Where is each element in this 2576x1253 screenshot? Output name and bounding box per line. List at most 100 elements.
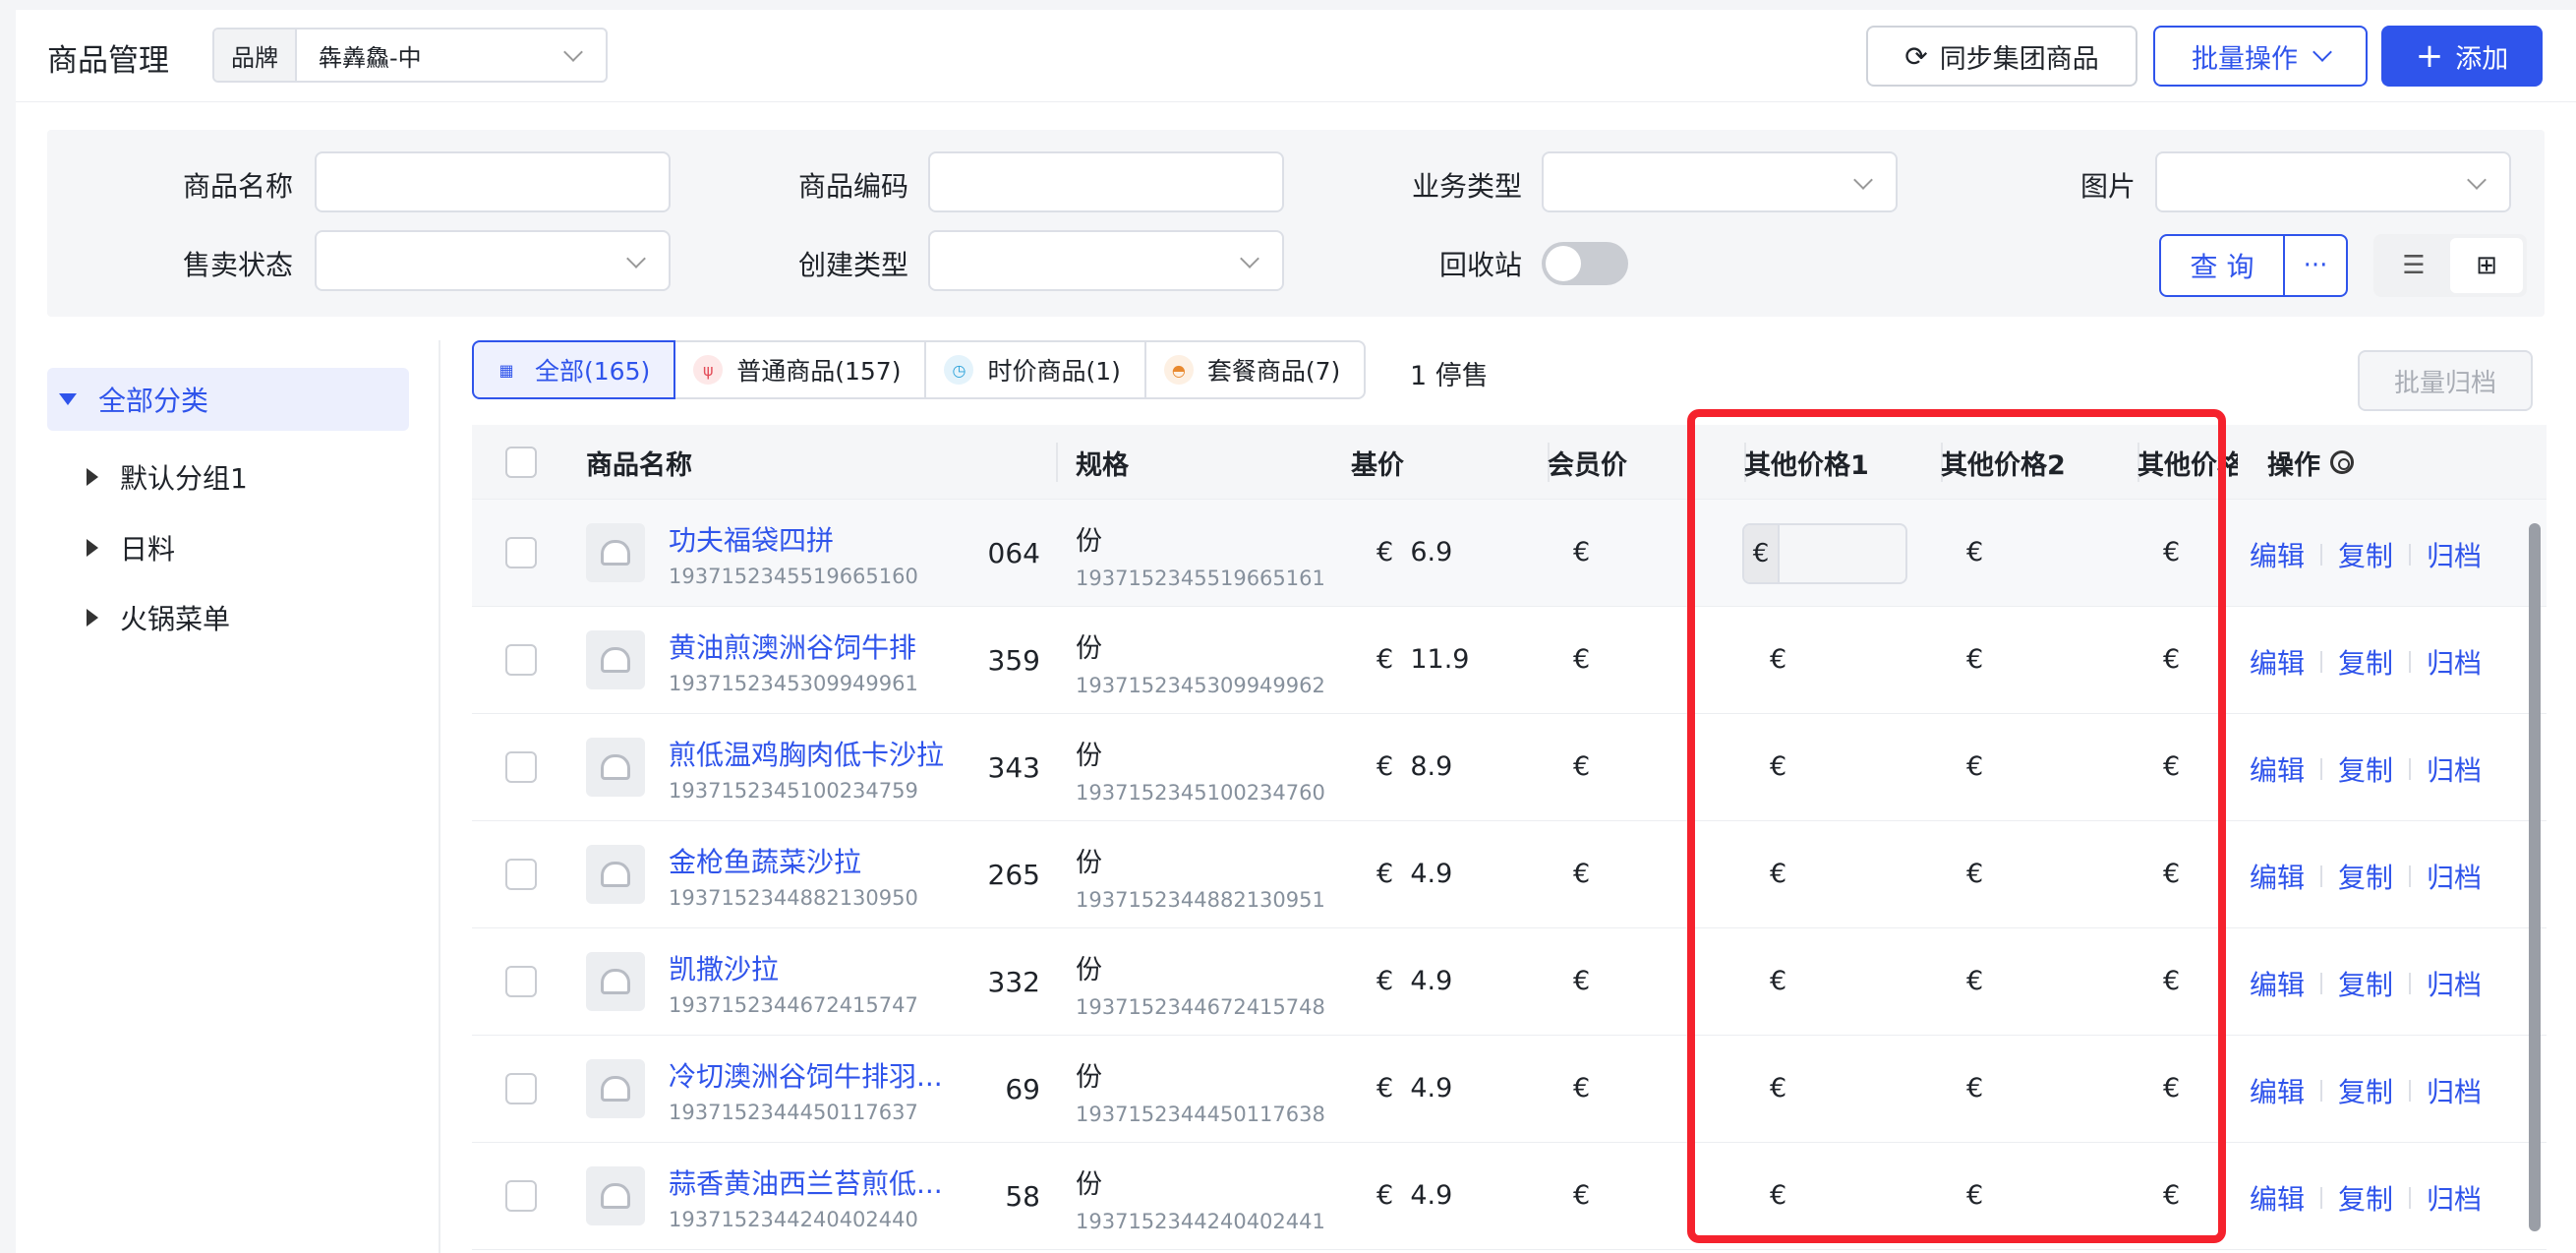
biz-type-select[interactable] <box>1542 151 1898 212</box>
sale-status-select[interactable] <box>315 230 671 291</box>
archive-link[interactable]: 归档 <box>2427 964 2482 1003</box>
recycle-bin-toggle[interactable] <box>1542 242 1628 285</box>
row-checkbox[interactable] <box>505 966 537 997</box>
batch-archive-button[interactable]: 批量归档 <box>2358 350 2533 411</box>
category-item[interactable]: 火锅菜单 <box>87 593 230 642</box>
other-price-3[interactable]: € <box>2163 859 2180 889</box>
tab-time-price[interactable]: ◷ 时价商品(1) <box>924 340 1146 399</box>
other-price-3[interactable]: € <box>2163 537 2180 567</box>
archive-link[interactable]: 归档 <box>2427 857 2482 896</box>
category-item[interactable]: 日料 <box>87 523 175 572</box>
other-price-1[interactable]: € <box>1770 966 1786 996</box>
product-name-link[interactable]: 冷切澳洲谷饲牛排羽... <box>669 1055 943 1095</box>
edit-link[interactable]: 编辑 <box>2250 535 2305 574</box>
edit-link[interactable]: 编辑 <box>2250 857 2305 896</box>
page-title: 商品管理 <box>47 43 169 79</box>
row-checkbox[interactable] <box>505 751 537 783</box>
code-filter-input[interactable] <box>928 151 1284 212</box>
other-price-2[interactable]: € <box>1966 1073 1983 1104</box>
tab-normal[interactable]: ψ 普通商品(157) <box>673 340 927 399</box>
brand-select[interactable]: 品牌 犇羴鱻-中 <box>212 28 608 83</box>
product-name-link[interactable]: 黄油煎澳洲谷饲牛排 <box>669 626 916 666</box>
archive-link[interactable]: 归档 <box>2427 535 2482 574</box>
chef-hat-icon <box>601 1076 630 1102</box>
table-row[interactable]: 凯撒沙拉 1937152344672415747 332 份 1937152344672… <box>472 928 2547 1036</box>
row-checkbox[interactable] <box>505 644 537 676</box>
edit-link[interactable]: 编辑 <box>2250 1071 2305 1110</box>
table-row[interactable]: 蒜香黄油西兰苔煎低... 1937152344240402440 58 份 193715… <box>472 1143 2547 1250</box>
row-checkbox[interactable] <box>505 537 537 568</box>
select-all-checkbox[interactable] <box>505 447 537 478</box>
product-name-link[interactable]: 蒜香黄油西兰苔煎低... <box>669 1163 943 1202</box>
other-price-2[interactable]: € <box>1966 1180 1983 1211</box>
vertical-scrollbar[interactable] <box>2529 523 2541 1231</box>
table-row[interactable]: 冷切澳洲谷饲牛排羽... 1937152344450117637 69 份 193715… <box>472 1036 2547 1143</box>
gear-icon[interactable] <box>2330 450 2354 474</box>
name-filter-input[interactable] <box>315 151 671 212</box>
product-name-link[interactable]: 凯撒沙拉 <box>669 948 779 987</box>
col-divider <box>1056 443 1058 482</box>
row-checkbox[interactable] <box>505 1180 537 1212</box>
other-price-1[interactable]: € <box>1770 751 1786 782</box>
copy-link[interactable]: 复制 <box>2338 964 2393 1003</box>
other-price-2[interactable]: € <box>1966 537 1983 567</box>
table-row[interactable]: 黄油煎澳洲谷饲牛排 1937152345309949961 359 份 19371523… <box>472 607 2547 714</box>
divider <box>2320 758 2323 780</box>
archive-link[interactable]: 归档 <box>2427 1178 2482 1218</box>
other-price-3[interactable]: € <box>2163 966 2180 996</box>
query-button[interactable]: 查 询 <box>2161 236 2285 295</box>
edit-link[interactable]: 编辑 <box>2250 642 2305 682</box>
table-row[interactable]: 功夫福袋四拼 1937152345519665160 064 份 19371523455… <box>472 500 2547 607</box>
copy-link[interactable]: 复制 <box>2338 642 2393 682</box>
copy-link[interactable]: 复制 <box>2338 1071 2393 1110</box>
other-price-1[interactable]: € <box>1770 644 1786 675</box>
more-filters-button[interactable]: ··· <box>2285 236 2346 295</box>
other-price-2[interactable]: € <box>1966 966 1983 996</box>
add-button[interactable]: + 添加 <box>2381 26 2543 87</box>
other-price-3[interactable]: € <box>2163 644 2180 675</box>
image-filter-select[interactable] <box>2155 151 2511 212</box>
col-other-price-1: 其他价格1 <box>1744 449 1869 481</box>
copy-link[interactable]: 复制 <box>2338 535 2393 574</box>
category-item[interactable]: 默认分组1 <box>87 452 248 502</box>
other-price-2[interactable]: € <box>1966 859 1983 889</box>
archive-link[interactable]: 归档 <box>2427 1071 2482 1110</box>
member-price: € <box>1573 644 1591 675</box>
sync-group-products-button[interactable]: ⟳ 同步集团商品 <box>1866 26 2137 87</box>
archive-link[interactable]: 归档 <box>2427 642 2482 682</box>
table-row[interactable]: 煎低温鸡胸肉低卡沙拉 1937152345100234759 343 份 1937152… <box>472 714 2547 821</box>
edit-link[interactable]: 编辑 <box>2250 964 2305 1003</box>
other-price-3[interactable]: € <box>2163 1180 2180 1211</box>
category-all[interactable]: 全部分类 <box>47 368 409 431</box>
archive-link[interactable]: 归档 <box>2427 749 2482 789</box>
chevron-down-icon <box>2313 42 2332 62</box>
row-checkbox[interactable] <box>505 1073 537 1104</box>
stopped-count[interactable]: 1 停售 <box>1410 354 1489 392</box>
other-price-1[interactable]: € <box>1770 859 1786 889</box>
edit-link[interactable]: 编辑 <box>2250 749 2305 789</box>
copy-link[interactable]: 复制 <box>2338 857 2393 896</box>
table-row[interactable]: 金枪鱼蔬菜沙拉 1937152344882130950 265 份 1937152344… <box>472 821 2547 928</box>
product-name-link[interactable]: 煎低温鸡胸肉低卡沙拉 <box>669 734 944 773</box>
copy-link[interactable]: 复制 <box>2338 749 2393 789</box>
tab-combo[interactable]: ◓ 套餐商品(7) <box>1143 340 1367 399</box>
edit-link[interactable]: 编辑 <box>2250 1178 2305 1218</box>
tree-view-icon[interactable]: ⊞ <box>2450 238 2523 293</box>
other-price-2[interactable]: € <box>1966 644 1983 675</box>
tab-all[interactable]: ▦ 全部(165) <box>472 340 676 399</box>
other-price-1[interactable]: € <box>1770 1180 1786 1211</box>
batch-operations-button[interactable]: 批量操作 <box>2153 26 2368 87</box>
row-checkbox[interactable] <box>505 859 537 890</box>
other-price-1-input[interactable]: € <box>1742 523 1907 584</box>
divider <box>2409 1080 2412 1102</box>
product-name-link[interactable]: 功夫福袋四拼 <box>669 519 834 559</box>
chevron-down-icon <box>626 249 646 268</box>
create-type-select[interactable] <box>928 230 1284 291</box>
other-price-3[interactable]: € <box>2163 751 2180 782</box>
list-view-icon[interactable]: ☰ <box>2377 238 2450 293</box>
copy-link[interactable]: 复制 <box>2338 1178 2393 1218</box>
other-price-3[interactable]: € <box>2163 1073 2180 1104</box>
other-price-1[interactable]: € <box>1770 1073 1786 1104</box>
product-name-link[interactable]: 金枪鱼蔬菜沙拉 <box>669 841 861 880</box>
other-price-2[interactable]: € <box>1966 751 1983 782</box>
